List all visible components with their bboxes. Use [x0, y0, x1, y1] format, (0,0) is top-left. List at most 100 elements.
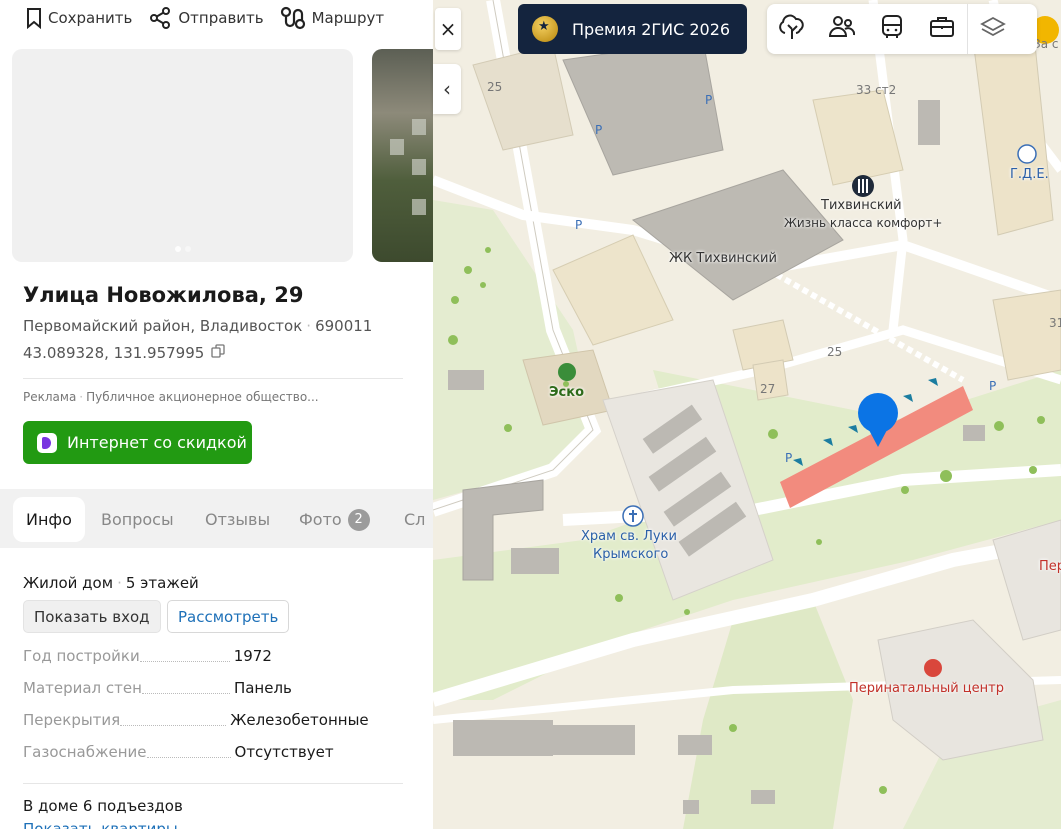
award-banner[interactable]: Премия 2ГИС 2026	[518, 4, 747, 54]
bookmark-icon	[26, 7, 42, 29]
route-button[interactable]: Маршрут	[280, 6, 385, 30]
collapse-panel-button[interactable]: ‹	[433, 64, 461, 114]
poi-perinatal-center[interactable]: Перинатальный центр	[849, 681, 1004, 696]
tab-info-label: Инфо	[26, 510, 72, 529]
ad-label: Реклама	[23, 390, 77, 404]
share-button[interactable]: Отправить	[148, 6, 264, 30]
prop-value: 1972	[233, 647, 272, 665]
tab-more[interactable]: Сл	[391, 497, 433, 542]
close-button[interactable]: ×	[435, 8, 461, 50]
poi-church-line1[interactable]: Храм св. Луки	[581, 529, 677, 544]
layer-tree-button[interactable]	[767, 4, 817, 54]
building-kind: Жилой дом · 5 этажей	[23, 574, 199, 592]
poi-tikhvinsky[interactable]: Тихвинский	[821, 198, 902, 213]
zhk-label: ЖК Тихвинский	[669, 251, 777, 266]
tabs-bar: Инфо Вопросы Отзывы Фото 2 Сл	[0, 489, 433, 548]
ad-line[interactable]: Реклама · Публичное акционерное общество..…	[23, 390, 319, 404]
tab-more-label: Сл	[404, 510, 426, 529]
place-title: Улица Новожилова, 29	[23, 283, 304, 307]
poi-esko[interactable]: Эско	[549, 385, 584, 400]
promo-label: Интернет со скидкой	[67, 433, 247, 452]
tab-photos-label: Фото	[299, 510, 342, 529]
tab-questions[interactable]: Вопросы	[88, 497, 187, 542]
layers-icon	[979, 14, 1007, 44]
gallery-pagination	[174, 246, 191, 252]
bus-icon	[879, 13, 905, 45]
poi-tikhvinsky-subtitle: Жизнь класса комфорт+	[784, 216, 943, 230]
inspect-button[interactable]: Рассмотреть	[167, 600, 290, 633]
share-label: Отправить	[178, 9, 264, 27]
district-text: Первомайский район, Владивосток	[23, 317, 303, 335]
card-toolbar: Сохранить Отправить Маршрут	[26, 6, 384, 30]
coordinates-text: 43.089328, 131.957995	[23, 344, 205, 362]
layer-transport-button[interactable]	[867, 4, 917, 54]
gallery-dot-active	[174, 246, 181, 252]
svg-text:P: P	[575, 218, 582, 232]
briefcase-icon	[928, 14, 956, 44]
prop-value: Отсутствует	[234, 743, 334, 761]
save-button[interactable]: Сохранить	[26, 6, 132, 30]
promo-button[interactable]: Интернет со скидкой	[23, 421, 252, 464]
prop-value: Железобетонные	[230, 711, 369, 729]
prop-key: Год постройки	[23, 647, 140, 665]
svg-text:P: P	[595, 123, 602, 137]
layer-business-button[interactable]	[917, 4, 967, 54]
tab-questions-label: Вопросы	[101, 510, 174, 529]
layer-people-button[interactable]	[817, 4, 867, 54]
route-label: Маршрут	[311, 9, 385, 27]
svg-text:P: P	[989, 379, 996, 393]
layers-menu-button[interactable]	[967, 4, 1017, 54]
photos-count-badge: 2	[347, 508, 370, 531]
house-number: 25	[487, 80, 503, 94]
provider-logo-icon	[37, 432, 57, 453]
svg-text:P: P	[785, 451, 792, 465]
house-number: 31	[1049, 316, 1061, 330]
save-label: Сохранить	[48, 9, 133, 27]
entrances-text: В доме 6 подъездов	[23, 797, 183, 815]
copy-icon[interactable]	[210, 343, 226, 363]
svg-text:P: P	[705, 93, 712, 107]
postcode-text: 690011	[315, 317, 373, 335]
separator-dot: ·	[117, 574, 122, 592]
photo-gallery[interactable]	[12, 49, 353, 262]
place-address: Первомайский район, Владивосток · 690011	[23, 317, 372, 335]
divider	[23, 783, 403, 784]
leader-dots	[146, 757, 231, 758]
share-icon	[148, 6, 172, 30]
building-type: Жилой дом	[23, 574, 114, 592]
show-flats-link[interactable]: Показать квартиры	[23, 820, 178, 829]
prop-row-year: Год постройки 1972	[23, 647, 403, 665]
tab-info[interactable]: Инфо	[13, 497, 85, 542]
tab-photos[interactable]: Фото 2	[286, 497, 383, 542]
advertiser-text: Публичное акционерное общество...	[86, 390, 319, 404]
map-base: P P P P P	[433, 0, 1061, 829]
prop-row-gas: Газоснабжение Отсутствует	[23, 743, 403, 761]
prop-value: Панель	[233, 679, 292, 697]
prop-row-floors: Перекрытия Железобетонные	[23, 711, 403, 729]
prop-key: Перекрытия	[23, 711, 121, 729]
floors-count: 5 этажей	[125, 574, 199, 592]
map-canvas[interactable]: P P P P P 25 33 ст2 Тихвинский Жизнь кла…	[433, 0, 1061, 829]
leader-dots	[139, 661, 230, 662]
prop-key: Материал стен	[23, 679, 142, 697]
people-icon	[828, 14, 856, 44]
poi-church-line2[interactable]: Крымского	[593, 547, 668, 562]
tree-icon	[779, 13, 805, 45]
house-number: 27	[760, 382, 776, 396]
leader-dots	[141, 693, 230, 694]
building-photo[interactable]	[372, 49, 433, 262]
map-layers-bar	[767, 4, 1037, 54]
place-card-panel: Сохранить Отправить Маршрут Улица Новожи…	[0, 0, 433, 829]
medal-icon	[532, 16, 558, 42]
separator-dot: ·	[79, 390, 84, 404]
route-icon	[280, 6, 306, 30]
prop-key: Газоснабжение	[23, 743, 147, 761]
gallery-dot	[184, 246, 191, 252]
house-number: 33 ст2	[856, 83, 897, 97]
poi-gde[interactable]: Г.Д.Е.	[1010, 167, 1049, 182]
tab-reviews[interactable]: Отзывы	[192, 497, 283, 542]
prop-row-walls: Материал стен Панель	[23, 679, 403, 697]
show-entrance-button[interactable]: Показать вход	[23, 600, 161, 633]
separator-dot: ·	[306, 317, 312, 335]
award-label: Премия 2ГИС 2026	[572, 19, 731, 39]
